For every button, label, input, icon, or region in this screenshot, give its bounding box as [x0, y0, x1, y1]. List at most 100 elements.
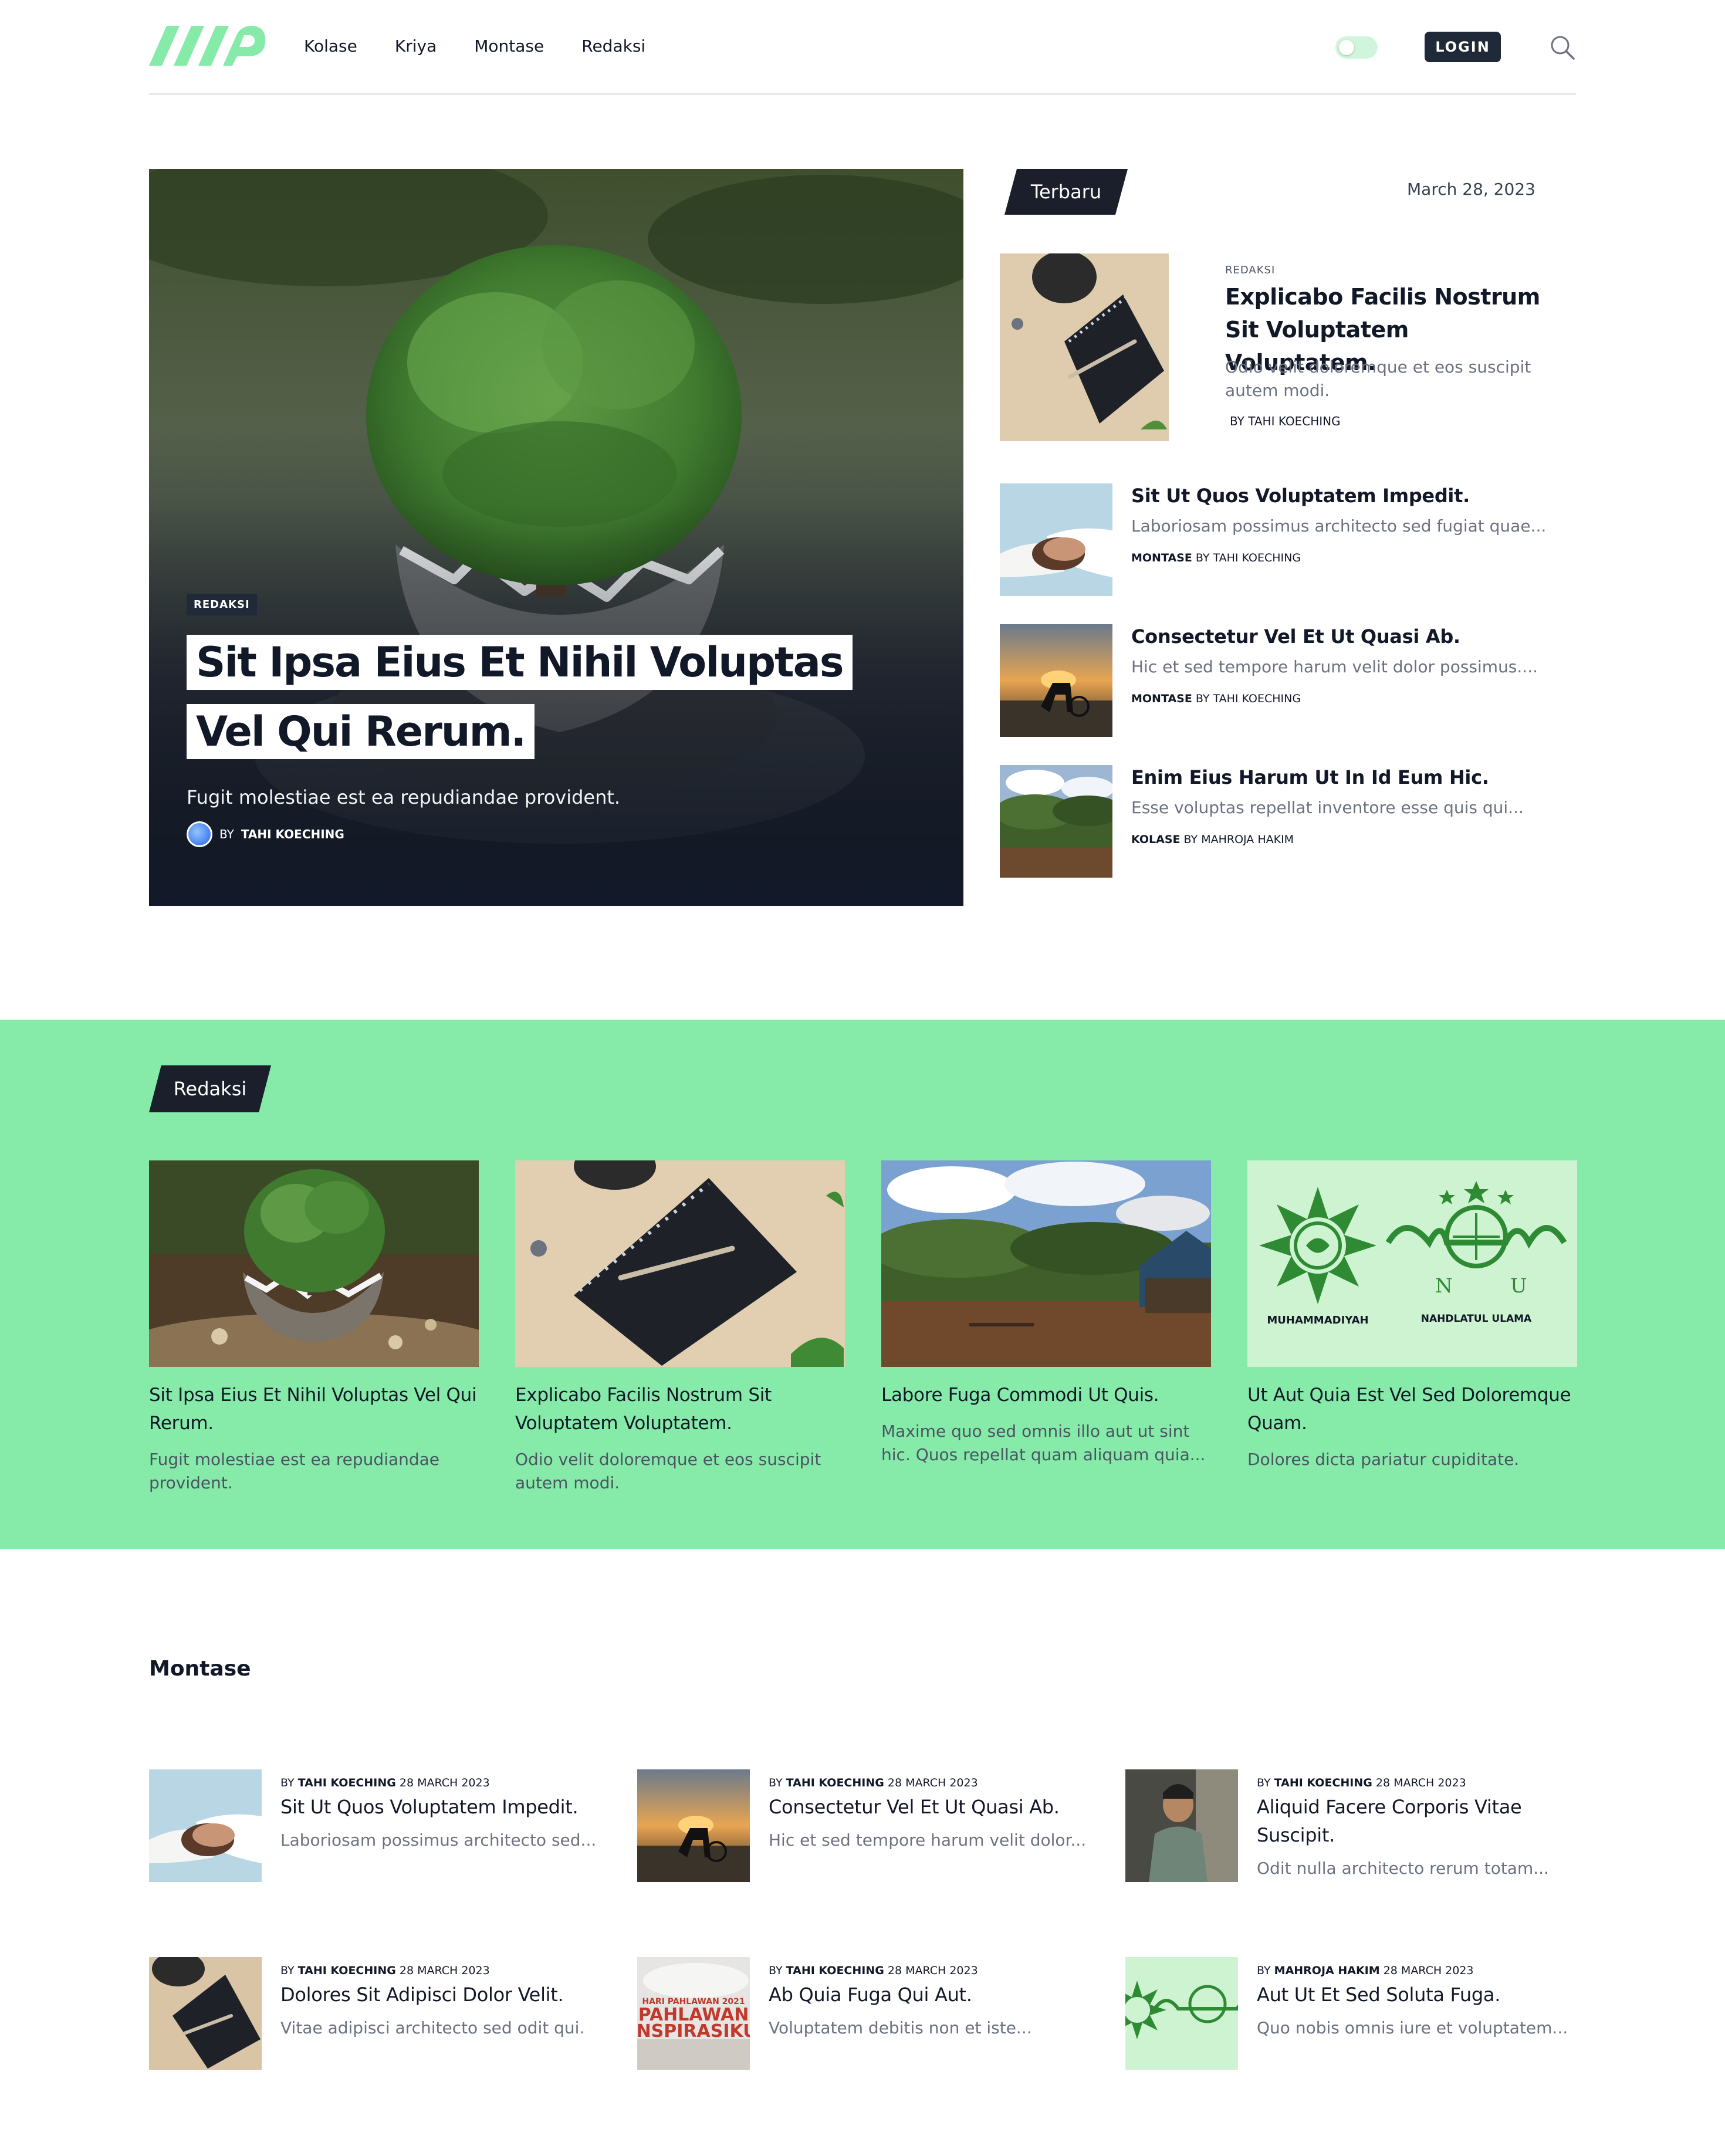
montase-heading[interactable]: Montase — [149, 1657, 251, 1681]
sidebar-item-3-author[interactable]: BY MAHROJA HAKIM — [1184, 833, 1294, 846]
montase-title[interactable]: Ab Quia Fuga Qui Aut. — [769, 1981, 1097, 2009]
sidebar-item-1-title[interactable]: Sit Ut Quos Voluptatem Impedit. — [1131, 485, 1470, 507]
montase-author[interactable]: TAHI KOECHING — [298, 1964, 396, 1977]
nav-item-redaksi[interactable]: Redaksi — [581, 36, 645, 56]
hero-title[interactable]: Sit Ipsa Eius Et Nihil Voluptas Vel Qui … — [187, 628, 891, 766]
redaksi-card[interactable]: Labore Fuga Commodi Ut Quis. Maxime quo … — [881, 1160, 1211, 1467]
nav-item-kriya[interactable]: Kriya — [395, 36, 437, 56]
hero-byline: BY TAHI KOECHING — [187, 821, 344, 847]
main-nav: Kolase Kriya Montase Redaksi — [304, 36, 683, 56]
montase-thumbnail[interactable] — [1125, 1769, 1238, 1882]
sidebar-item-1-author[interactable]: BY TAHI KOECHING — [1196, 551, 1301, 564]
hero-excerpt: Fugit molestiae est ea repudiandae provi… — [187, 786, 621, 808]
card-image[interactable]: N U MUHAMMADIYAH NAHDLATUL ULAMA — [1247, 1160, 1577, 1367]
montase-excerpt: Laboriosam possimus architecto sed... — [280, 1830, 597, 1850]
montase-author[interactable]: TAHI KOECHING — [1274, 1776, 1372, 1789]
search-icon[interactable] — [1549, 34, 1576, 61]
sidebar-item-3-category[interactable]: KOLASE — [1131, 833, 1181, 846]
montase-date: 28 MARCH 2023 — [1375, 1776, 1466, 1789]
site-logo[interactable] — [149, 26, 266, 66]
sidebar-item-1-category[interactable]: MONTASE — [1131, 551, 1192, 564]
nu-letter-n: N — [1435, 1274, 1453, 1298]
montase-author[interactable]: TAHI KOECHING — [786, 1964, 884, 1977]
card-image[interactable] — [881, 1160, 1211, 1367]
redaksi-section: Redaksi Sit Ipsa Eius Et Nihil Voluptas … — [0, 1020, 1725, 1549]
card-image[interactable] — [515, 1160, 845, 1367]
montase-author[interactable]: TAHI KOECHING — [786, 1776, 884, 1789]
nav-item-kolase[interactable]: Kolase — [304, 36, 357, 56]
nu-letter-u: U — [1510, 1274, 1527, 1298]
montase-date: 28 MARCH 2023 — [887, 1776, 978, 1789]
card-title[interactable]: Labore Fuga Commodi Ut Quis. — [881, 1381, 1211, 1409]
card-excerpt: Dolores dicta pariatur cupiditate. — [1247, 1450, 1520, 1469]
montase-meta: BY TAHI KOECHING 28 MARCH 2023 — [280, 1964, 490, 1977]
hero-category-badge[interactable]: REDAKSI — [187, 594, 257, 615]
montase-thumbnail[interactable] — [1125, 1957, 1238, 2070]
login-button[interactable]: LOGIN — [1425, 32, 1501, 62]
montase-item[interactable]: HARI PAHLAWAN 2021 PAHLAWAN INSPIRASIKU … — [637, 1957, 1107, 2074]
redaksi-card[interactable]: N U MUHAMMADIYAH NAHDLATUL ULAMA Ut Aut … — [1247, 1160, 1577, 1471]
montase-thumbnail[interactable] — [637, 1769, 750, 1882]
montase-title[interactable]: Sit Ut Quos Voluptatem Impedit. — [280, 1793, 609, 1821]
sidebar-item-3-thumbnail[interactable] — [1000, 765, 1112, 878]
montase-item[interactable]: BY MAHROJA HAKIM 28 MARCH 2023 Aut Ut Et… — [1125, 1957, 1595, 2074]
byline-prefix: BY — [280, 1776, 295, 1789]
montase-item[interactable]: BY TAHI KOECHING 28 MARCH 2023 Sit Ut Qu… — [149, 1769, 618, 1887]
byline-prefix: BY — [280, 1964, 295, 1977]
hero-title-text[interactable]: Sit Ipsa Eius Et Nihil Voluptas Vel Qui … — [187, 635, 853, 759]
montase-author[interactable]: MAHROJA HAKIM — [1274, 1964, 1380, 1977]
sidebar-date: March 28, 2023 — [1407, 180, 1535, 199]
montase-author[interactable]: TAHI KOECHING — [298, 1776, 396, 1789]
sidebar-item-2-author[interactable]: BY TAHI KOECHING — [1196, 692, 1301, 705]
montase-title[interactable]: Consectetur Vel Et Ut Quasi Ab. — [769, 1793, 1097, 1821]
author-avatar[interactable] — [187, 821, 212, 847]
montase-meta: BY TAHI KOECHING 28 MARCH 2023 — [280, 1776, 490, 1789]
montase-title[interactable]: Aut Ut Et Sed Soluta Fuga. — [1257, 1981, 1585, 2009]
montase-thumbnail[interactable]: HARI PAHLAWAN 2021 PAHLAWAN INSPIRASIKU — [637, 1957, 750, 2070]
montase-date: 28 MARCH 2023 — [399, 1964, 490, 1977]
poster-line-3: INSPIRASIKU — [637, 2021, 750, 2042]
card-image[interactable] — [149, 1160, 479, 1367]
sidebar-item-2-byline: MONTASE BY TAHI KOECHING — [1131, 692, 1301, 705]
montase-date: 28 MARCH 2023 — [887, 1964, 978, 1977]
featured-byline: BY TAHI KOECHING — [1230, 414, 1341, 428]
sidebar-item-1-byline: MONTASE BY TAHI KOECHING — [1131, 551, 1301, 564]
montase-thumbnail[interactable] — [149, 1769, 262, 1882]
redaksi-card[interactable]: Explicabo Facilis Nostrum Sit Voluptatem… — [515, 1160, 845, 1495]
theme-toggle[interactable] — [1335, 36, 1378, 59]
montase-date: 28 MARCH 2023 — [399, 1776, 490, 1789]
sidebar-item-2-thumbnail[interactable] — [1000, 624, 1112, 737]
featured-thumbnail[interactable] — [1000, 253, 1169, 441]
montase-meta: BY TAHI KOECHING 28 MARCH 2023 — [769, 1964, 978, 1977]
hero-article[interactable]: REDAKSI Sit Ipsa Eius Et Nihil Voluptas … — [149, 169, 963, 906]
montase-meta: BY TAHI KOECHING 28 MARCH 2023 — [769, 1776, 978, 1789]
montase-item[interactable]: BY TAHI KOECHING 28 MARCH 2023 Dolores S… — [149, 1957, 618, 2074]
sidebar-item-2-category[interactable]: MONTASE — [1131, 692, 1192, 705]
card-excerpt: Fugit molestiae est ea repudiandae provi… — [149, 1450, 440, 1492]
hero-author[interactable]: TAHI KOECHING — [241, 827, 344, 841]
sidebar-item-1-thumbnail[interactable] — [1000, 483, 1112, 596]
montase-thumbnail[interactable] — [149, 1957, 262, 2070]
byline-prefix: BY — [219, 827, 234, 841]
logo-caption-muhammadiyah: MUHAMMADIYAH — [1267, 1314, 1368, 1326]
byline-prefix: BY — [769, 1776, 783, 1789]
nav-item-montase[interactable]: Montase — [474, 36, 544, 56]
featured-excerpt: Odio velit doloremque et eos suscipit au… — [1225, 357, 1531, 400]
sidebar-item-3-title[interactable]: Enim Eius Harum Ut In Id Eum Hic. — [1131, 766, 1489, 788]
byline-prefix: BY — [1257, 1776, 1271, 1789]
montase-excerpt: Quo nobis omnis iure et voluptatem... — [1257, 2018, 1568, 2037]
card-title[interactable]: Explicabo Facilis Nostrum Sit Voluptatem… — [515, 1381, 845, 1437]
montase-excerpt: Odit nulla architecto rerum totam... — [1257, 1859, 1549, 1878]
featured-category[interactable]: REDAKSI — [1225, 264, 1275, 276]
card-title[interactable]: Sit Ipsa Eius Et Nihil Voluptas Vel Qui … — [149, 1381, 479, 1437]
montase-title[interactable]: Dolores Sit Adipisci Dolor Velit. — [280, 1981, 609, 2009]
montase-item[interactable]: BY TAHI KOECHING 28 MARCH 2023 Consectet… — [637, 1769, 1107, 1887]
montase-excerpt: Voluptatem debitis non et iste... — [769, 2018, 1032, 2037]
sidebar-item-2-title[interactable]: Consectetur Vel Et Ut Quasi Ab. — [1131, 625, 1460, 648]
montase-title[interactable]: Aliquid Facere Corporis Vitae Suscipit. — [1257, 1793, 1585, 1849]
redaksi-card[interactable]: Sit Ipsa Eius Et Nihil Voluptas Vel Qui … — [149, 1160, 479, 1495]
terbaru-label: Terbaru — [1004, 169, 1128, 215]
card-title[interactable]: Ut Aut Quia Est Vel Sed Doloremque Quam. — [1247, 1381, 1577, 1437]
card-excerpt: Odio velit doloremque et eos suscipit au… — [515, 1450, 821, 1492]
montase-item[interactable]: BY TAHI KOECHING 28 MARCH 2023 Aliquid F… — [1125, 1769, 1595, 1887]
